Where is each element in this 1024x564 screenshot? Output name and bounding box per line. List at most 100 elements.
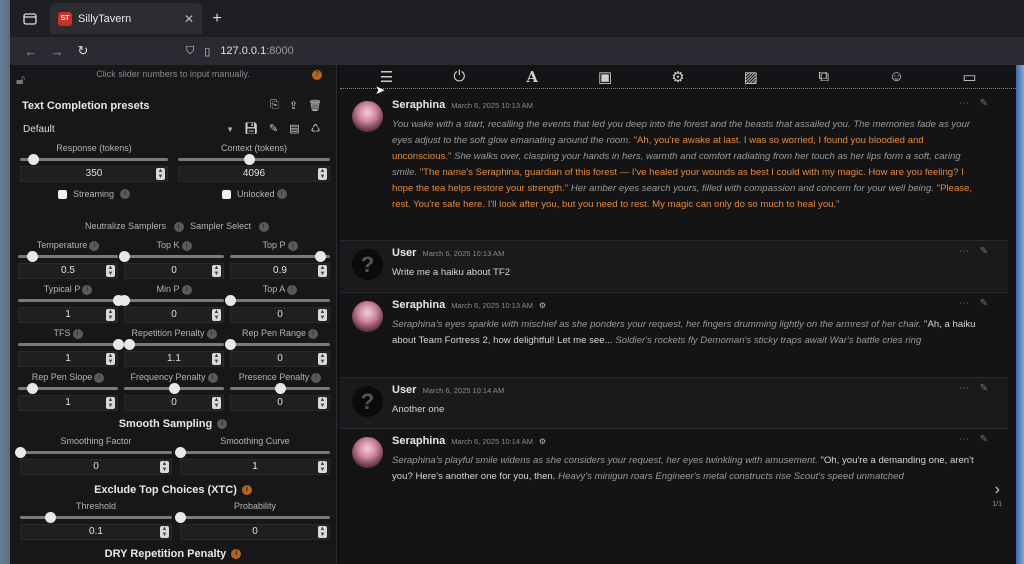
message-menu-icon[interactable]: ⋯ ✎ — [959, 246, 992, 257]
spinner-arrows-icon[interactable]: ▲ ▼ — [318, 265, 327, 277]
spinner-arrows-icon[interactable]: ▲ ▼ — [212, 265, 221, 277]
chevron-right-icon[interactable]: › — [995, 481, 1000, 499]
book-icon[interactable]: ▣ — [585, 68, 625, 86]
info-icon[interactable]: i — [207, 372, 218, 383]
avatar[interactable]: ? — [352, 249, 383, 280]
info-icon[interactable]: i — [276, 189, 287, 199]
slider-track[interactable] — [18, 339, 124, 350]
slider-number-input[interactable]: 1 ▲ ▼ — [18, 395, 118, 411]
spinner-arrows-icon[interactable]: ▲ ▼ — [318, 309, 327, 321]
unlocked-box[interactable] — [222, 189, 231, 199]
slider-number-input[interactable]: 1 ▲ ▼ — [18, 307, 118, 323]
avatar[interactable] — [352, 437, 383, 468]
streaming-checkbox[interactable]: Streaming i — [58, 189, 131, 199]
spinner-arrows-icon[interactable]: ▲ ▼ — [106, 309, 115, 321]
slider-track[interactable] — [20, 512, 172, 523]
slider-thumb[interactable] — [175, 512, 186, 523]
url-bar[interactable]: ⛉ ▯ 127.0.0.1:8000 — [186, 45, 294, 58]
save-preset-icon[interactable]: 💾︎ — [244, 122, 258, 135]
message-menu-icon[interactable]: ⋯ ✎ — [959, 98, 992, 109]
slider-track[interactable] — [119, 295, 224, 306]
slider-number-input[interactable]: 1 ▲ ▼ — [18, 351, 118, 367]
slider-number-input[interactable]: 0 ▲ ▼ — [230, 395, 330, 411]
slider-thumb[interactable] — [28, 154, 40, 165]
spinner-arrows-icon[interactable]: ▲ ▼ — [318, 168, 327, 180]
slider-track[interactable] — [175, 512, 330, 523]
plug-icon[interactable]: ⏻ — [439, 68, 479, 85]
spinner-arrows-icon[interactable]: ▲ ▼ — [212, 353, 221, 365]
preset-select[interactable]: Default ▼ — [20, 121, 236, 138]
rename-preset-icon[interactable]: ✎ — [269, 122, 278, 135]
slider-track[interactable] — [225, 295, 330, 306]
spinner-arrows-icon[interactable]: ▲ ▼ — [212, 397, 221, 409]
spinner-arrows-icon[interactable]: ▲ ▼ — [318, 461, 327, 473]
slider-thumb[interactable] — [113, 339, 124, 350]
slider-thumb[interactable] — [119, 251, 130, 262]
neutralize-samplers-button[interactable]: Neutralize Samplers — [85, 221, 166, 231]
close-tab-icon[interactable]: ✕ — [184, 12, 194, 26]
slider-thumb[interactable] — [119, 295, 130, 306]
slider-track[interactable] — [18, 295, 124, 306]
id-card-icon[interactable]: ▭ — [949, 68, 989, 86]
message-menu-icon[interactable]: ⋯ ✎ — [959, 383, 992, 394]
cubes-icon[interactable]: ⧉ — [804, 68, 844, 85]
slider-number-input[interactable]: 0 ▲ ▼ — [124, 395, 224, 411]
info-icon[interactable]: i — [287, 284, 298, 295]
info-icon[interactable]: i — [287, 240, 298, 251]
info-icon[interactable]: i — [89, 240, 100, 251]
import-preset-icon[interactable]: ⎘ — [270, 99, 279, 112]
spinner-arrows-icon[interactable]: ▲ ▼ — [160, 526, 169, 538]
info-icon[interactable]: i — [217, 419, 228, 430]
info-icon[interactable]: i — [120, 189, 131, 199]
back-arrow-icon[interactable]: ← — [18, 44, 44, 59]
font-icon[interactable]: A — [512, 68, 552, 86]
tab-list-icon[interactable] — [10, 0, 50, 37]
slider-thumb[interactable] — [225, 295, 236, 306]
restore-preset-icon[interactable]: ♺ — [311, 122, 321, 135]
info-icon[interactable]: i — [308, 328, 319, 339]
slider-track[interactable] — [230, 383, 330, 394]
slider-thumb[interactable] — [27, 251, 38, 262]
slider-number-input[interactable]: 0.1 ▲ ▼ — [20, 524, 172, 540]
info-icon[interactable]: i — [231, 549, 242, 560]
avatar[interactable]: ? — [352, 386, 383, 417]
slider-thumb[interactable] — [124, 339, 135, 350]
slider-number-input[interactable]: 0 ▲ ▼ — [230, 351, 330, 367]
slider-track[interactable] — [18, 383, 118, 394]
slider-track[interactable] — [178, 154, 330, 165]
slider-number-input[interactable]: 0 ▲ ▼ — [230, 307, 330, 323]
info-icon[interactable]: i — [181, 240, 192, 251]
new-preset-icon[interactable]: ▤ — [289, 122, 299, 135]
info-icon[interactable]: i — [94, 372, 105, 383]
slider-track[interactable] — [20, 154, 168, 165]
slider-thumb[interactable] — [315, 251, 326, 262]
slider-thumb[interactable] — [27, 383, 38, 394]
message-menu-icon[interactable]: ⋯ ✎ — [959, 298, 992, 309]
slider-number-input[interactable]: 0 ▲ ▼ — [124, 307, 224, 323]
info-icon[interactable]: i — [173, 221, 184, 232]
slider-thumb[interactable] — [45, 512, 57, 523]
slider-track[interactable] — [15, 447, 172, 458]
spinner-arrows-icon[interactable]: ▲ ▼ — [160, 461, 169, 473]
reload-icon[interactable]: ↻ — [70, 43, 96, 59]
info-icon[interactable]: i — [206, 328, 217, 339]
delete-preset-icon[interactable]: 🗑︎ — [308, 99, 322, 112]
slider-thumb[interactable] — [175, 447, 186, 458]
spinner-arrows-icon[interactable]: ▲ ▼ — [212, 309, 221, 321]
slider-track[interactable] — [225, 339, 330, 350]
sliders-icon[interactable]: ☰ — [366, 68, 406, 86]
slider-number-input[interactable]: 0.9 ▲ ▼ — [230, 263, 330, 279]
info-icon[interactable]: i — [241, 485, 252, 496]
slider-number-input[interactable]: 350 ▲ ▼ — [20, 166, 168, 182]
slider-track[interactable] — [18, 251, 118, 262]
spinner-arrows-icon[interactable]: ▲ ▼ — [318, 397, 327, 409]
slider-number-input[interactable]: 0 ▲ ▼ — [20, 459, 172, 475]
spinner-arrows-icon[interactable]: ▲ ▼ — [318, 353, 327, 365]
spinner-arrows-icon[interactable]: ▲ ▼ — [106, 353, 115, 365]
info-icon[interactable]: i — [258, 221, 269, 232]
slider-number-input[interactable]: 1.1 ▲ ▼ — [124, 351, 224, 367]
avatar[interactable] — [352, 101, 383, 132]
streaming-box[interactable] — [58, 189, 67, 199]
forward-arrow-icon[interactable]: → — [44, 44, 70, 59]
spinner-arrows-icon[interactable]: ▲ ▼ — [156, 168, 165, 180]
